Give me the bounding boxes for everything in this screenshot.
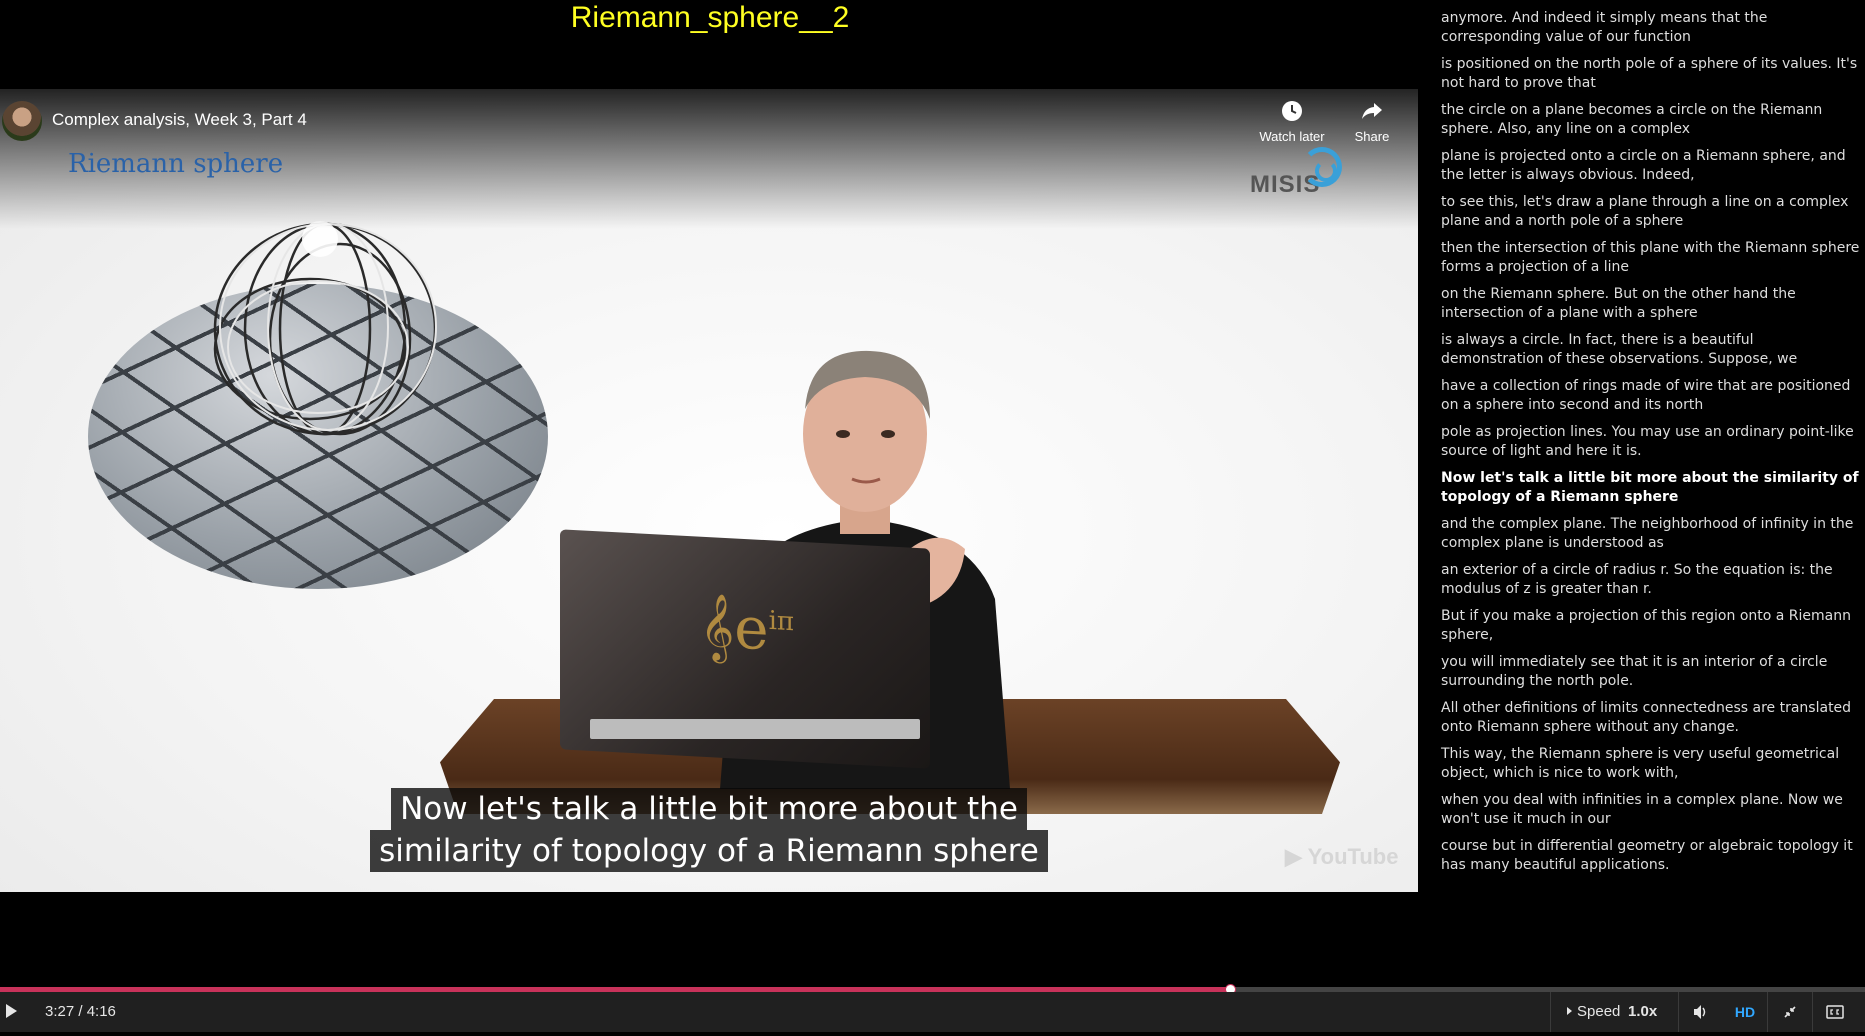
caret-right-icon <box>1567 1007 1572 1015</box>
transcript-line[interactable]: have a collection of rings made of wire … <box>1441 377 1860 415</box>
captions-button[interactable] <box>1813 992 1857 1032</box>
transcript-line[interactable]: you will immediately see that it is an i… <box>1441 653 1860 691</box>
transcript-line[interactable]: is always a circle. In fact, there is a … <box>1441 331 1860 369</box>
transcript-line[interactable]: doesn't look so unusual <box>1441 0 1860 1</box>
channel-avatar[interactable] <box>2 101 42 141</box>
transcript-line[interactable]: and the complex plane. The neighborhood … <box>1441 515 1860 553</box>
play-icon[interactable] <box>6 1004 17 1018</box>
transcript-line[interactable]: anymore. And indeed it simply means that… <box>1441 9 1860 47</box>
video-title[interactable]: Complex analysis, Week 3, Part 4 <box>52 110 307 130</box>
transcript-line[interactable]: on the Riemann sphere. But on the other … <box>1441 285 1860 323</box>
transcript-line-active[interactable]: Now let's talk a little bit more about t… <box>1441 469 1860 507</box>
divider <box>1550 992 1551 1032</box>
slide-heading: Riemann sphere <box>68 149 284 179</box>
volume-icon <box>1694 1005 1706 1019</box>
share-button[interactable]: Share <box>1337 99 1407 144</box>
watch-later-button[interactable]: Watch later <box>1257 99 1327 144</box>
caption-line-1: Now let's talk a little bit more about t… <box>0 788 1418 830</box>
volume-button[interactable] <box>1678 992 1722 1032</box>
transcript-line[interactable]: But if you make a projection of this reg… <box>1441 607 1860 645</box>
transcript-line[interactable]: when you deal with infinities in a compl… <box>1441 791 1860 829</box>
caption-line-2: similarity of topology of a Riemann sphe… <box>0 830 1418 872</box>
hd-toggle[interactable]: HD <box>1723 992 1767 1032</box>
laptop-base <box>590 719 920 739</box>
collapse-icon <box>1784 1006 1796 1018</box>
transcript-line[interactable]: the circle on a plane becomes a circle o… <box>1441 101 1860 139</box>
watch-later-label: Watch later <box>1259 129 1325 144</box>
speed-button[interactable]: Speed 1.0x <box>1553 992 1678 1032</box>
transcript-line[interactable]: plane is projected onto a circle on a Ri… <box>1441 147 1860 185</box>
misis-logo: MISIS <box>1250 147 1346 199</box>
youtube-watermark[interactable]: ▶ YouTube <box>1285 844 1398 870</box>
page-title: Riemann_sphere__2 <box>570 1 850 34</box>
transcript-line[interactable]: to see this, let's draw a plane through … <box>1441 193 1860 231</box>
speed-value: 1.0x <box>1628 1003 1658 1020</box>
transcript-line[interactable]: All other definitions of limits connecte… <box>1441 699 1860 737</box>
transcript-line[interactable]: an exterior of a circle of radius r. So … <box>1441 561 1860 599</box>
wire-sphere <box>213 221 437 436</box>
transcript-line[interactable]: pole as projection lines. You may use an… <box>1441 423 1860 461</box>
transcript-line[interactable]: is positioned on the north pole of a sph… <box>1441 55 1860 93</box>
exit-fullscreen-button[interactable] <box>1768 992 1812 1032</box>
closed-captions-icon <box>1826 1005 1844 1019</box>
transcript-line[interactable]: This way, the Riemann sphere is very use… <box>1441 745 1860 783</box>
clock-icon <box>1257 99 1327 129</box>
transcript-line[interactable]: then the intersection of this plane with… <box>1441 239 1860 277</box>
share-icon <box>1337 99 1407 129</box>
video-player[interactable]: 𝄞eiπ Complex analysis, Week 3, Part 4 Wa… <box>0 89 1418 892</box>
laptop-decal: 𝄞eiπ <box>700 591 795 664</box>
speed-label: Speed <box>1577 1003 1621 1020</box>
misis-swirl-icon <box>1302 147 1342 187</box>
transcript-line[interactable]: course but in differential geometry or a… <box>1441 837 1860 875</box>
share-label: Share <box>1354 129 1390 144</box>
time-display: 3:27 / 4:16 <box>45 1003 116 1020</box>
control-bar: 3:27 / 4:16 Speed 1.0x HD <box>0 992 1865 1032</box>
transcript-panel[interactable]: doesn't look so unusual anymore. And inde… <box>1430 0 1860 883</box>
